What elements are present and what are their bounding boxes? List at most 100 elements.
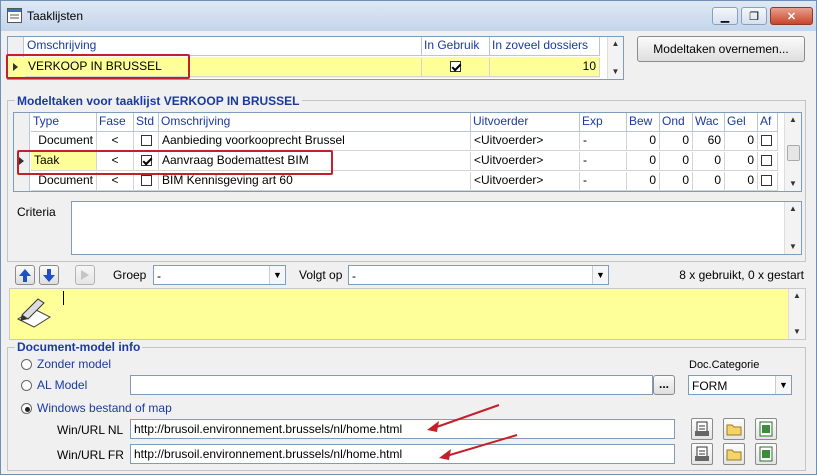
header-ond[interactable]: Ond <box>660 113 693 132</box>
scroll-up-icon[interactable]: ▲ <box>785 204 801 213</box>
cell-uitvoerder[interactable]: <Uitvoerder> <box>471 132 580 151</box>
win-url-fr-input[interactable]: http://brusoil.environnement.brussels/nl… <box>130 444 675 464</box>
cell-in-gebruik[interactable] <box>422 58 490 77</box>
volgt-op-select[interactable]: - ▼ <box>348 265 609 285</box>
radio-windows-bestand-label[interactable]: Windows bestand of map <box>37 401 172 415</box>
criteria-textarea[interactable]: ▲ ▼ <box>71 201 802 255</box>
radio-zonder-model[interactable] <box>21 359 32 370</box>
cell-type[interactable]: Document <box>31 132 97 151</box>
cell-uitvoerder[interactable]: <Uitvoerder> <box>471 152 580 171</box>
doc-categorie-select[interactable]: FORM ▼ <box>688 375 792 395</box>
scroll-down-icon[interactable]: ▼ <box>785 242 801 251</box>
scroll-up-icon[interactable]: ▲ <box>789 291 805 300</box>
fr-document-button[interactable] <box>691 443 713 465</box>
table-row[interactable]: Document < Aanbieding voorkooprecht Brus… <box>14 132 778 152</box>
chevron-down-icon[interactable]: ▼ <box>269 266 285 284</box>
close-button[interactable]: ✕ <box>770 7 813 25</box>
nl-document-button[interactable] <box>691 418 713 440</box>
move-disabled-button[interactable] <box>75 265 95 285</box>
cell-wac[interactable]: 60 <box>693 132 725 151</box>
radio-al-model[interactable] <box>21 380 32 391</box>
header-in-gebruik[interactable]: In Gebruik <box>422 37 490 56</box>
note-area[interactable]: ▲ ▼ <box>9 288 806 340</box>
cell-wac[interactable]: 0 <box>693 172 725 191</box>
fr-folder-button[interactable] <box>723 443 745 465</box>
header-in-zoveel-dossiers[interactable]: In zoveel dossiers <box>490 37 600 56</box>
scroll-up-icon[interactable]: ▲ <box>608 39 623 48</box>
header-af[interactable]: Af <box>758 113 778 132</box>
nl-word-button[interactable] <box>755 418 777 440</box>
radio-zonder-model-label[interactable]: Zonder model <box>37 357 111 371</box>
scroll-up-icon[interactable]: ▲ <box>785 115 801 124</box>
al-model-input[interactable] <box>130 375 653 395</box>
cell-exp[interactable]: - <box>580 172 627 191</box>
header-omschrijving[interactable]: Omschrijving <box>159 113 471 132</box>
in-gebruik-checkbox[interactable] <box>450 61 461 73</box>
cell-ond[interactable]: 0 <box>660 152 693 171</box>
chevron-down-icon[interactable]: ▼ <box>775 376 791 394</box>
radio-al-model-label[interactable]: AL Model <box>37 378 87 392</box>
header-type[interactable]: Type <box>31 113 97 132</box>
cell-af[interactable] <box>758 132 778 151</box>
browse-button[interactable]: ... <box>653 375 675 395</box>
modeltaken-scrollbar[interactable]: ▲ ▼ <box>784 113 801 191</box>
title-bar: Taaklijsten ▁ ❐ ✕ <box>1 1 816 31</box>
scroll-down-icon[interactable]: ▼ <box>789 327 805 336</box>
text-caret <box>63 291 64 305</box>
header-wac[interactable]: Wac <box>693 113 725 132</box>
fr-word-button[interactable] <box>755 443 777 465</box>
std-checkbox[interactable] <box>140 175 152 187</box>
chevron-down-icon[interactable]: ▼ <box>592 266 608 284</box>
cell-bew[interactable]: 0 <box>627 132 660 151</box>
header-bew[interactable]: Bew <box>627 113 660 132</box>
move-down-button[interactable] <box>39 265 59 285</box>
move-up-button[interactable] <box>15 265 35 285</box>
cell-omschrijving[interactable]: Aanbieding voorkooprecht Brussel <box>159 132 471 151</box>
criteria-scrollbar[interactable]: ▲ ▼ <box>784 202 801 254</box>
cell-std[interactable] <box>134 132 159 151</box>
cell-wac[interactable]: 0 <box>693 152 725 171</box>
cell-af[interactable] <box>758 152 778 171</box>
cell-bew[interactable]: 0 <box>627 172 660 191</box>
scroll-down-icon[interactable]: ▼ <box>608 67 623 76</box>
cell-bew[interactable]: 0 <box>627 152 660 171</box>
arrow-down-icon <box>43 269 55 282</box>
scroll-thumb[interactable] <box>787 145 800 161</box>
restore-button[interactable]: ❐ <box>741 7 767 25</box>
cell-exp[interactable]: - <box>580 132 627 151</box>
af-checkbox[interactable] <box>761 135 772 147</box>
header-gel[interactable]: Gel <box>725 113 758 132</box>
win-url-nl-label: Win/URL NL <box>57 423 124 437</box>
arrow-diagonal-icon <box>81 270 89 280</box>
header-std[interactable]: Std <box>134 113 159 132</box>
header-uitvoerder[interactable]: Uitvoerder <box>471 113 580 132</box>
groep-value: - <box>157 269 161 283</box>
cell-gel[interactable]: 0 <box>725 132 758 151</box>
groep-select[interactable]: - ▼ <box>153 265 286 285</box>
volgt-op-value: - <box>352 269 356 283</box>
scroll-down-icon[interactable]: ▼ <box>785 179 801 188</box>
volgt-op-label: Volgt op <box>299 268 343 282</box>
modeltaken-overnemen-button[interactable]: Modeltaken overnemen... <box>637 36 805 62</box>
cell-gel[interactable]: 0 <box>725 152 758 171</box>
cell-ond[interactable]: 0 <box>660 172 693 191</box>
cell-gel[interactable]: 0 <box>725 172 758 191</box>
radio-windows-bestand[interactable] <box>21 403 32 414</box>
arrow-up-icon <box>19 269 31 282</box>
cell-uitvoerder[interactable]: <Uitvoerder> <box>471 172 580 191</box>
table-row[interactable]: Document < BIM Kennisgeving art 60 <Uitv… <box>14 172 778 192</box>
cell-af[interactable] <box>758 172 778 191</box>
tasklists-scrollbar[interactable]: ▲ ▼ <box>607 37 623 79</box>
af-checkbox[interactable] <box>761 175 772 187</box>
std-checkbox[interactable] <box>140 135 152 147</box>
af-checkbox[interactable] <box>761 155 772 167</box>
header-fase[interactable]: Fase <box>97 113 134 132</box>
cell-fase[interactable]: < <box>97 132 134 151</box>
note-scrollbar[interactable]: ▲ ▼ <box>788 289 805 339</box>
cell-exp[interactable]: - <box>580 152 627 171</box>
win-url-nl-input[interactable]: http://brusoil.environnement.brussels/nl… <box>130 419 675 439</box>
minimize-button[interactable]: ▁ <box>712 7 738 25</box>
cell-ond[interactable]: 0 <box>660 132 693 151</box>
nl-folder-button[interactable] <box>723 418 745 440</box>
header-exp[interactable]: Exp <box>580 113 627 132</box>
